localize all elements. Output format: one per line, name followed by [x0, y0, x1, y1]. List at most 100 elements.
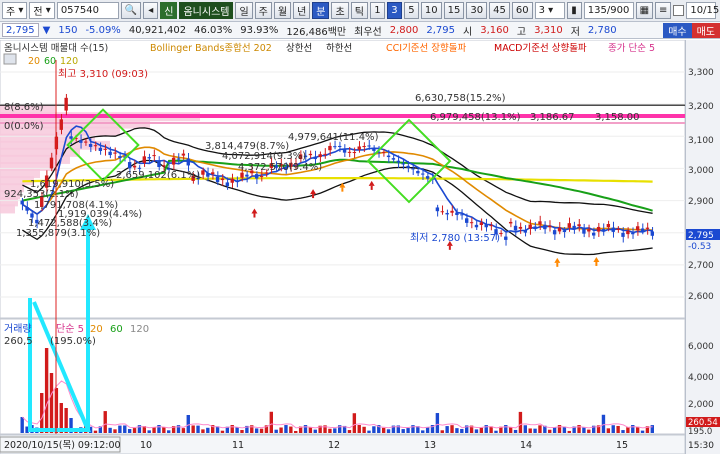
candle-body [20, 200, 24, 205]
volume-bar [235, 427, 239, 433]
volume-bar [621, 430, 625, 433]
settings-icon[interactable] [3, 53, 17, 65]
time-label-cursor: 2020/10/15(목) 09:12:00 [4, 440, 121, 451]
volume-bar [577, 425, 581, 433]
candle-body [567, 223, 571, 228]
volume-bar [616, 425, 620, 433]
candle-body [313, 156, 317, 160]
candle-body [352, 152, 357, 154]
volume-bar [508, 427, 513, 433]
grid-icon[interactable]: ▦ [635, 2, 654, 19]
volume-profile-bar [0, 204, 15, 214]
volume-bar [494, 430, 498, 433]
interval-day[interactable]: 일 [235, 2, 253, 19]
sell-order-button[interactable]: 매도 [691, 22, 720, 38]
minute-30-button[interactable]: 30 [466, 2, 488, 19]
volume-bar [381, 427, 386, 433]
date-field[interactable]: 10/15 [686, 2, 719, 19]
minute-5-button[interactable]: 5 [403, 2, 419, 19]
volume-bar [181, 428, 186, 433]
volume-bar [474, 429, 479, 433]
candle-body [411, 168, 415, 170]
legend-item-macd: MACD기준선 상향돌파 [494, 42, 587, 54]
interval-minute[interactable]: 분 [312, 2, 330, 19]
minute-3-button[interactable]: 3 [386, 2, 402, 19]
candle-body [25, 207, 29, 211]
candle-body [181, 153, 186, 156]
candle-body [396, 160, 400, 163]
high-price: 3,310 [534, 24, 563, 36]
candle-body [308, 153, 313, 156]
volume-bar [479, 427, 484, 433]
volume-bar [186, 415, 190, 433]
price-axis[interactable]: 3,300 3,200 3,100 3,000 2,900 2,700 2,60… [685, 40, 720, 454]
time-label-10: 10 [140, 440, 152, 451]
bid-price: 2,800 [389, 24, 419, 36]
interval-month[interactable]: 월 [273, 2, 292, 19]
volume-bar [504, 425, 508, 433]
search-icon[interactable]: 🔍 [120, 2, 142, 19]
candlestick-chart[interactable]: 옴니시스템 매물대 수(15) Bollinger Bands종합선 202 상… [0, 39, 686, 454]
candle-body [381, 152, 386, 154]
mode-select[interactable]: 주 ▾ [2, 2, 28, 19]
trade-amount: 126,486백만 [286, 26, 347, 38]
minute-1-button[interactable]: 1 [369, 2, 385, 19]
candle-body [113, 152, 117, 154]
interval-year[interactable]: 년 [293, 2, 311, 19]
candle-body [445, 212, 449, 215]
minute-60-button[interactable]: 60 [511, 2, 533, 19]
volume-bar [523, 425, 527, 433]
candle-body [640, 228, 645, 232]
candle-body [137, 167, 142, 169]
minute-45-button[interactable]: 45 [489, 2, 510, 19]
volume-bar [103, 411, 107, 433]
list-icon[interactable]: ≡ [655, 2, 672, 19]
candle-body [142, 156, 146, 163]
volume-bar [201, 429, 205, 433]
volume-bar [162, 427, 166, 433]
chart-canvas[interactable]: 옴니시스템 매물대 수(15) Bollinger Bands종합선 202 상… [0, 39, 686, 454]
vp-label-7: 2,659,102(6.1%) [116, 170, 200, 181]
time-label-11: 11 [232, 440, 244, 451]
candle-body [489, 225, 493, 227]
legend-item-bollinger: Bollinger Bands종합선 202 [150, 43, 272, 54]
vp-label-1: 6,630,758(15.2%) [415, 93, 506, 104]
volume-bar [44, 348, 49, 433]
volume-bar [557, 425, 562, 433]
date-checkbox[interactable] [673, 5, 685, 16]
candle-body [469, 222, 474, 224]
candle-body [460, 214, 464, 216]
volume-bar [49, 373, 54, 433]
candle-body [333, 146, 337, 148]
candle-body [582, 228, 586, 234]
priority-label: 최우선 [354, 26, 382, 38]
candle-body [391, 158, 396, 160]
volume-bar [606, 428, 611, 433]
minute-15-button[interactable]: 15 [443, 2, 465, 19]
interval-second[interactable]: 초 [331, 2, 349, 19]
custom-interval-select[interactable]: 3 ▾ [534, 2, 565, 19]
candle-body [533, 226, 537, 229]
volume-bar [367, 430, 371, 433]
interval-week[interactable]: 주 [254, 2, 272, 19]
volume-pct: (195.0%) [50, 336, 96, 347]
low-price: 2,780 [587, 24, 617, 36]
volume-bar [635, 426, 640, 433]
signal-arrow-stem [556, 262, 559, 267]
stock-code-input[interactable]: 057540 [56, 2, 119, 19]
chart-type-icon[interactable]: ▮ [566, 2, 582, 19]
volume-title: 거래량 [4, 323, 32, 335]
period-type-select[interactable]: 전 ▾ [29, 2, 55, 19]
buy-order-button[interactable]: 매수 [663, 22, 692, 38]
interval-tick[interactable]: 틱 [350, 2, 368, 19]
volume-bar [518, 411, 523, 433]
candle-body [538, 221, 542, 225]
volume-bar [587, 429, 591, 433]
candle-body [621, 232, 625, 237]
prev-arrow-icon[interactable]: ◂ [143, 2, 159, 19]
time-label-12: 12 [328, 440, 340, 451]
candle-body [645, 227, 650, 229]
minute-10-button[interactable]: 10 [420, 2, 442, 19]
open-label: 시 [463, 26, 473, 38]
candle-body [552, 230, 557, 235]
